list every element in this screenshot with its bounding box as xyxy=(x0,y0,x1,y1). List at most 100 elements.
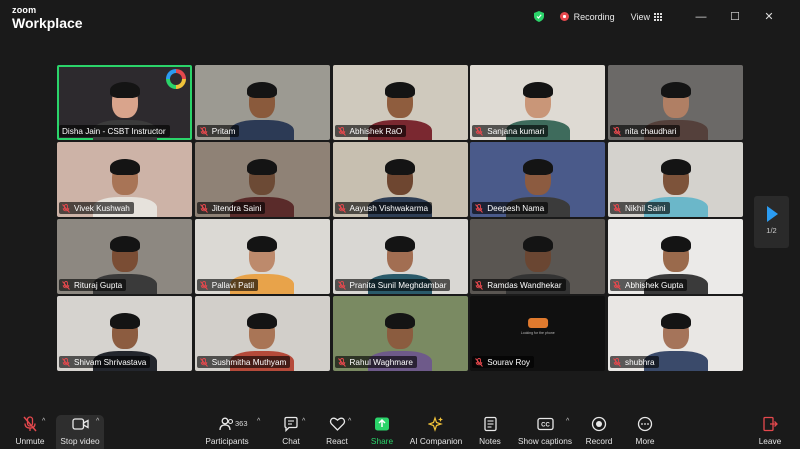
participant-nameplate: Vivek Kushwah xyxy=(59,202,134,214)
minimize-button[interactable]: — xyxy=(684,11,718,23)
participant-name: Pranita Sunil Meghdambar xyxy=(349,280,447,290)
chat-options-caret[interactable]: ^ xyxy=(302,418,305,425)
video-tile[interactable]: nita chaudhari xyxy=(608,65,743,140)
video-tile[interactable]: Sushmitha Muthyam xyxy=(194,296,330,371)
ai-companion-button[interactable]: AI Companion xyxy=(408,406,464,449)
participant-name: Aayush Vishwakarma xyxy=(349,203,429,213)
participants-options-caret[interactable]: ^ xyxy=(257,418,260,425)
notes-icon xyxy=(483,416,497,432)
stop-video-button[interactable]: Stop video xyxy=(58,406,102,449)
ai-companion-label: AI Companion xyxy=(409,436,463,446)
video-tile[interactable]: Disha Jain - CSBT Instructor xyxy=(57,65,192,140)
placeholder-caption: Looking for the phone xyxy=(520,331,555,335)
record-button[interactable]: Record xyxy=(585,406,613,449)
show-captions-button[interactable]: CC Show captions xyxy=(516,406,574,449)
muted-mic-icon xyxy=(475,357,484,367)
show-captions-label: Show captions xyxy=(518,436,572,446)
share-button[interactable]: Share xyxy=(368,406,396,449)
video-tile[interactable]: Abhishek Gupta xyxy=(608,219,743,294)
audio-options-caret[interactable]: ^ xyxy=(42,418,45,425)
video-tile[interactable]: Rahul Waghmare xyxy=(332,296,468,371)
chat-button[interactable]: Chat xyxy=(278,406,304,449)
react-button[interactable]: React xyxy=(324,406,350,449)
video-tile[interactable]: Shivam Shrivastava xyxy=(57,296,192,371)
react-options-caret[interactable]: ^ xyxy=(348,418,351,425)
encryption-shield-icon[interactable] xyxy=(533,11,544,22)
video-tile[interactable]: shubhra xyxy=(608,296,743,371)
participants-label: Participants xyxy=(205,436,249,446)
view-label: View xyxy=(630,11,650,22)
muted-mic-icon xyxy=(199,203,208,213)
video-tile[interactable]: Looking for the phone Sourav Roy xyxy=(470,296,606,371)
recording-dot-icon xyxy=(559,12,569,21)
meeting-controls: Unmute ^ Stop video ^ Participants 363 ^… xyxy=(0,406,800,449)
participant-name: shubhra xyxy=(625,357,655,367)
captions-options-caret[interactable]: ^ xyxy=(566,418,569,425)
muted-mic-icon xyxy=(337,126,346,136)
muted-mic-icon xyxy=(337,203,346,213)
participant-nameplate: Abhishek Gupta xyxy=(610,279,688,291)
stop-video-label: Stop video xyxy=(60,436,100,446)
video-tile[interactable]: Rituraj Gupta xyxy=(57,219,192,294)
muted-mic-icon xyxy=(62,203,70,213)
title-bar: zoom Workplace Recording View — ☐ ✕ xyxy=(0,0,800,38)
video-gallery: Disha Jain - CSBT Instructor Pritam Abhish… xyxy=(57,65,743,373)
muted-mic-icon xyxy=(475,280,484,290)
video-options-caret[interactable]: ^ xyxy=(96,418,99,425)
participant-nameplate: Sanjana kumari xyxy=(472,125,549,137)
video-tile[interactable]: Pallavi Patil xyxy=(194,219,330,294)
leave-label: Leave xyxy=(758,436,782,446)
video-tile[interactable]: Vivek Kushwah xyxy=(57,142,192,217)
instructor-logo-icon xyxy=(166,69,186,89)
participant-name: Shivam Shrivastava xyxy=(74,357,147,367)
participant-nameplate: Pallavi Patil xyxy=(196,279,259,291)
muted-mic-icon xyxy=(613,357,621,367)
video-tile[interactable]: Pritam xyxy=(194,65,330,140)
muted-mic-icon xyxy=(199,280,208,290)
participant-nameplate: Aayush Vishwakarma xyxy=(334,202,433,214)
participant-nameplate: Sourav Roy xyxy=(472,356,535,368)
participant-name: Sushmitha Muthyam xyxy=(211,357,287,367)
video-tile[interactable]: Aayush Vishwakarma xyxy=(332,142,468,217)
recording-indicator[interactable]: Recording xyxy=(559,12,615,22)
participant-name: Pallavi Patil xyxy=(211,280,255,290)
participant-nameplate: Pritam xyxy=(196,125,240,137)
video-tile[interactable]: Sanjana kumari xyxy=(470,65,606,140)
close-window-button[interactable]: ✕ xyxy=(752,10,786,23)
muted-mic-icon xyxy=(199,357,208,367)
participant-name: Ramdas Wandhekar xyxy=(487,280,562,290)
muted-mic-icon xyxy=(62,357,70,367)
video-tile[interactable]: Deepesh Nama xyxy=(470,142,606,217)
participant-nameplate: Deepesh Nama xyxy=(472,202,549,214)
placeholder-image-icon xyxy=(527,318,548,328)
view-button[interactable]: View xyxy=(631,12,662,22)
unmute-label: Unmute xyxy=(15,436,45,446)
participant-name: Deepesh Nama xyxy=(487,203,545,213)
leave-button[interactable]: Leave xyxy=(757,406,783,449)
muted-mic-icon xyxy=(199,126,208,136)
unmute-button[interactable]: Unmute xyxy=(13,406,47,449)
participant-nameplate: Jitendra Saini xyxy=(196,202,266,214)
muted-mic-icon xyxy=(475,203,484,213)
participant-nameplate: Disha Jain - CSBT Instructor xyxy=(59,125,170,137)
record-label: Record xyxy=(585,436,613,446)
participant-name: Disha Jain - CSBT Instructor xyxy=(62,126,166,136)
muted-mic-icon xyxy=(337,357,346,367)
video-tile[interactable]: Abhishek RaO xyxy=(332,65,468,140)
video-tile[interactable]: Ramdas Wandhekar xyxy=(470,219,606,294)
participant-nameplate: nita chaudhari xyxy=(610,125,681,137)
participant-name: Pritam xyxy=(211,126,236,136)
video-tile[interactable]: Jitendra Saini xyxy=(194,142,330,217)
participant-name: Sanjana kumari xyxy=(487,126,545,136)
maximize-button[interactable]: ☐ xyxy=(718,10,752,23)
share-label: Share xyxy=(370,436,394,446)
video-camera-icon xyxy=(71,418,89,430)
video-tile[interactable]: Nikhil Saini xyxy=(608,142,743,217)
participant-name: Rahul Waghmare xyxy=(349,357,413,367)
next-page-button[interactable]: 1/2 xyxy=(754,196,789,248)
more-button[interactable]: More xyxy=(632,406,658,449)
muted-mic-icon xyxy=(62,280,70,290)
notes-button[interactable]: Notes xyxy=(477,406,503,449)
participant-nameplate: Ramdas Wandhekar xyxy=(472,279,566,291)
video-tile[interactable]: Pranita Sunil Meghdambar xyxy=(332,219,468,294)
